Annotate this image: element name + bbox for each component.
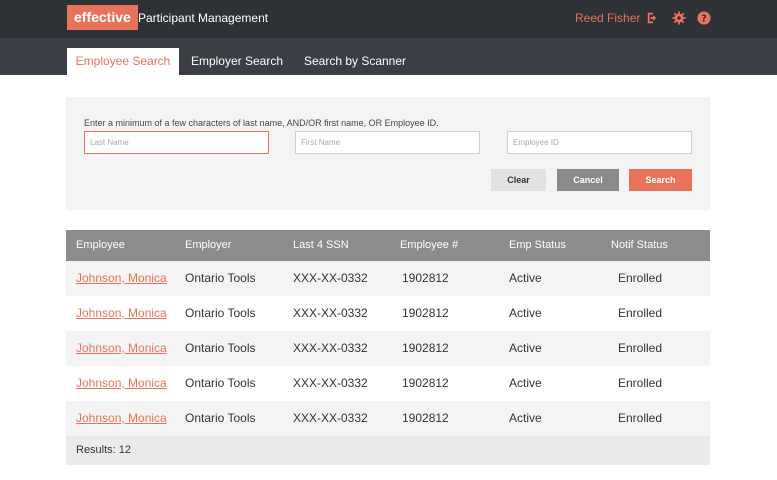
ssn-cell: XXX-XX-0332 <box>293 306 368 320</box>
employee-link[interactable]: Johnson, Monica <box>76 296 167 331</box>
tab-employee-search[interactable]: Employee Search <box>67 48 179 75</box>
ssn-cell: XXX-XX-0332 <box>293 341 368 355</box>
help-icon[interactable]: ? <box>697 11 711 25</box>
emp-status-cell: Active <box>509 411 542 425</box>
column-header-notif-status[interactable]: Notif Status <box>611 230 668 261</box>
search-button[interactable]: Search <box>629 169 692 191</box>
employee-number-cell: 1902812 <box>402 341 449 355</box>
ssn-cell: XXX-XX-0332 <box>293 271 368 285</box>
employee-link[interactable]: Johnson, Monica <box>76 401 167 436</box>
employer-cell: Ontario Tools <box>185 271 256 285</box>
tab-bar: Employee Search Employer Search Search b… <box>0 38 777 75</box>
ssn-cell: XXX-XX-0332 <box>293 411 368 425</box>
employee-id-input[interactable] <box>507 131 692 154</box>
column-header-employer[interactable]: Employer <box>185 230 231 261</box>
employee-number-cell: 1902812 <box>402 411 449 425</box>
tab-employer-search[interactable]: Employer Search <box>189 48 285 75</box>
table-header: Employee Employer Last 4 SSN Employee # … <box>66 230 710 261</box>
column-header-ssn[interactable]: Last 4 SSN <box>293 230 349 261</box>
top-header: effective Participant Management Reed Fi… <box>0 0 777 38</box>
search-panel: Enter a minimum of a few characters of l… <box>66 97 710 210</box>
notif-status-cell: Enrolled <box>618 376 663 390</box>
employee-link[interactable]: Johnson, Monica <box>76 331 167 366</box>
search-instructions: Enter a minimum of a few characters of l… <box>84 118 439 128</box>
gear-icon[interactable] <box>672 11 686 25</box>
tab-search-by-scanner[interactable]: Search by Scanner <box>301 48 409 75</box>
employee-number-cell: 1902812 <box>402 306 449 320</box>
first-name-input[interactable] <box>295 131 480 154</box>
emp-status-cell: Active <box>509 341 542 355</box>
cancel-button[interactable]: Cancel <box>557 169 619 191</box>
table-row: Johnson, Monica Ontario Tools XXX-XX-033… <box>66 366 710 401</box>
emp-status-cell: Active <box>509 271 542 285</box>
notif-status-cell: Enrolled <box>618 411 663 425</box>
table-row: Johnson, Monica Ontario Tools XXX-XX-033… <box>66 261 710 296</box>
svg-text:?: ? <box>701 14 707 25</box>
sign-out-icon[interactable] <box>646 11 660 25</box>
notif-status-cell: Enrolled <box>618 306 663 320</box>
table-row: Johnson, Monica Ontario Tools XXX-XX-033… <box>66 401 710 436</box>
employer-cell: Ontario Tools <box>185 341 256 355</box>
last-name-input[interactable] <box>84 131 269 154</box>
emp-status-cell: Active <box>509 306 542 320</box>
employee-link[interactable]: Johnson, Monica <box>76 366 167 401</box>
clear-button[interactable]: Clear <box>491 169 546 191</box>
employee-link[interactable]: Johnson, Monica <box>76 261 167 296</box>
ssn-cell: XXX-XX-0332 <box>293 376 368 390</box>
employee-number-cell: 1902812 <box>402 376 449 390</box>
logo: effective <box>67 5 138 30</box>
notif-status-cell: Enrolled <box>618 271 663 285</box>
user-name[interactable]: Reed Fisher <box>575 11 640 25</box>
column-header-employee-number[interactable]: Employee # <box>400 230 458 261</box>
column-header-employee[interactable]: Employee <box>76 230 125 261</box>
employer-cell: Ontario Tools <box>185 376 256 390</box>
employer-cell: Ontario Tools <box>185 306 256 320</box>
app-title: Participant Management <box>138 11 269 25</box>
column-header-emp-status[interactable]: Emp Status <box>509 230 566 261</box>
results-table: Employee Employer Last 4 SSN Employee # … <box>66 230 710 465</box>
employee-number-cell: 1902812 <box>402 271 449 285</box>
employer-cell: Ontario Tools <box>185 411 256 425</box>
table-row: Johnson, Monica Ontario Tools XXX-XX-033… <box>66 296 710 331</box>
results-count: Results: 12 <box>66 436 710 465</box>
emp-status-cell: Active <box>509 376 542 390</box>
table-row: Johnson, Monica Ontario Tools XXX-XX-033… <box>66 331 710 366</box>
notif-status-cell: Enrolled <box>618 341 663 355</box>
